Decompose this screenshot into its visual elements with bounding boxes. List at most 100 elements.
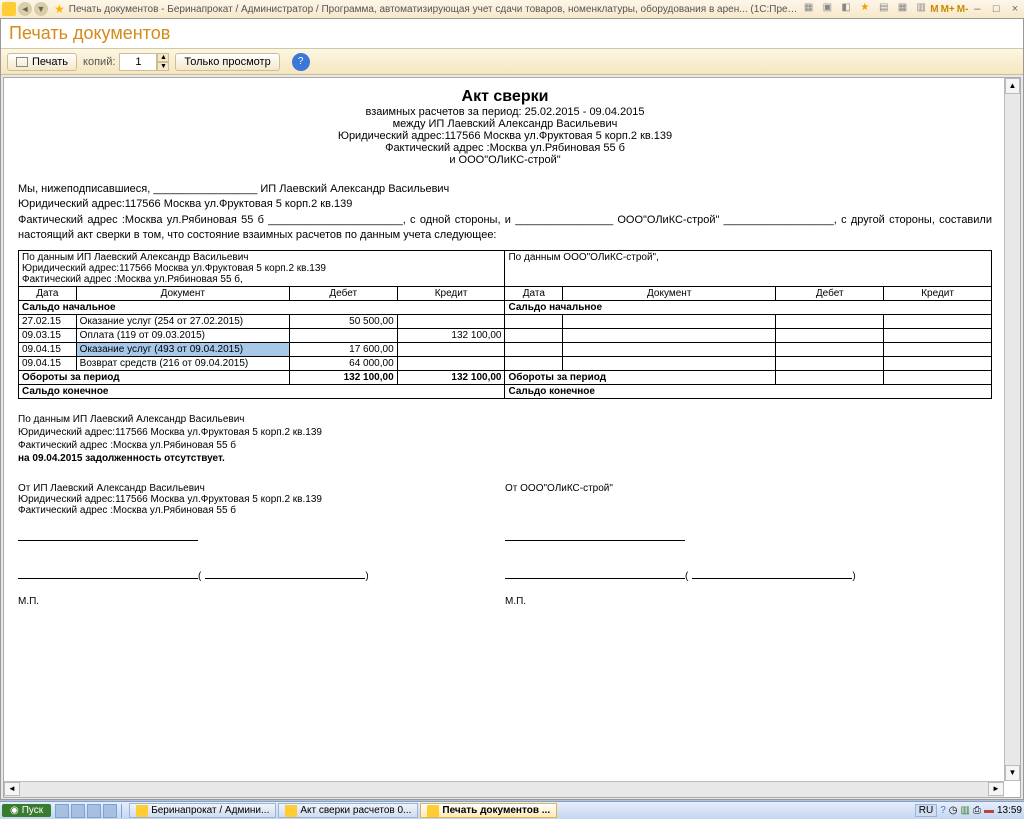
clock[interactable]: 13:59 [997,805,1022,816]
turnover-debit: 132 100,00 [289,370,397,384]
saldo-start-right: Сальдо начальное [505,300,992,314]
window-controls: – □ × [968,3,1022,15]
nav-back-icon[interactable]: ◄ [18,2,32,16]
tool-icon[interactable]: ▣ [820,2,834,16]
quick-launch-icon[interactable] [55,804,69,818]
start-icon: ◉ [10,805,19,816]
taskbar-task[interactable]: Акт сверки расчетов 0... [278,803,418,818]
col-credit-r: Кредит [884,286,992,300]
summary-block: По данным ИП Лаевский Александр Васильев… [18,413,992,465]
calc-m[interactable]: M [930,4,938,15]
signature-line [505,578,685,579]
doc-title: Акт сверки [18,88,992,106]
signature-line [18,540,198,541]
quick-launch-icon[interactable] [87,804,101,818]
window-title: Печать документов - Беринапрокат / Админ… [69,4,800,15]
printer-icon [16,57,28,67]
signature-paren [692,578,852,579]
doc-addr1: Юридический адрес:117566 Москва ул.Фрукт… [18,130,992,142]
task-label: Беринапрокат / Админи... [151,805,269,816]
doc-preamble: Мы, нижеподписавшиеся, _________________… [18,182,992,244]
col-debit: Дебет [289,286,397,300]
scroll-down-icon[interactable]: ▼ [1005,765,1020,781]
copies-input[interactable] [119,53,157,71]
cell-credit [397,342,505,356]
tool-icon[interactable]: ▥ [914,2,928,16]
reconciliation-table: По данным ИП Лаевский Александр Васильев… [18,250,992,399]
turnover-right: Обороты за период [505,370,776,384]
tool-icon[interactable]: ◧ [839,2,853,16]
cell-date: 27.02.15 [19,314,77,328]
col-doc: Документ [76,286,289,300]
taskbar-task[interactable]: Печать документов ... [420,803,557,818]
calc-m-minus[interactable]: M- [957,4,969,15]
saldo-end-right: Сальдо конечное [505,384,992,398]
scroll-up-icon[interactable]: ▲ [1005,78,1020,94]
system-tray: RU ? ◷ ▥ ⎙ ▬ 13:59 [912,804,1024,817]
spinner-up-icon[interactable]: ▲ [157,53,169,62]
vertical-scrollbar[interactable]: ▲ ▼ [1004,78,1020,781]
language-indicator[interactable]: RU [915,804,937,817]
col-debit-r: Дебет [776,286,884,300]
taskbar-task[interactable]: Беринапрокат / Админи... [129,803,276,818]
table-row[interactable]: 09.03.15Оплата (119 от 09.03.2015)132 10… [19,328,992,342]
doc-party1: между ИП Лаевский Александр Васильевич [18,118,992,130]
favorite-icon[interactable]: ★ [54,2,65,16]
tray-icon[interactable]: ◷ [949,805,958,816]
tray-icon[interactable]: ⎙ [973,805,981,816]
tool-icon[interactable]: ▤ [877,2,891,16]
cell-debit: 64 000,00 [289,356,397,370]
tray-icon[interactable]: ▬ [984,805,994,816]
cell-debit [289,328,397,342]
task-label: Акт сверки расчетов 0... [300,805,411,816]
close-icon[interactable]: × [1008,3,1022,15]
scroll-left-icon[interactable]: ◄ [4,782,20,796]
table-left-header: По данным ИП Лаевский Александр Васильев… [19,250,505,286]
horizontal-scrollbar[interactable]: ◄ ► [4,781,1004,797]
doc-party2: и ООО"ОЛиКС-строй" [18,154,992,166]
tray-icon[interactable]: ▥ [961,805,970,816]
turnover-credit: 132 100,00 [397,370,505,384]
reconciliation-table-wrap: По данным ИП Лаевский Александр Васильев… [18,250,992,399]
tool-icon[interactable]: ▦ [895,2,909,16]
nav-forward-icon[interactable]: ▼ [34,2,48,16]
signature-right: От ООО"ОЛиКС-строй" () М.П. [505,483,992,607]
sig-from: От ООО"ОЛиКС-строй" [505,483,992,494]
signature-left: От ИП Лаевский Александр Васильевич Юрид… [18,483,505,607]
cell-debit: 50 500,00 [289,314,397,328]
col-credit: Кредит [397,286,505,300]
summary-line: По данным ИП Лаевский Александр Васильев… [18,413,992,426]
spinner-down-icon[interactable]: ▼ [157,62,169,71]
titlebar-tool-icons: ▦ ▣ ◧ ★ ▤ ▦ ▥ [800,2,929,16]
doc-subtitle: взаимных расчетов за период: 25.02.2015 … [18,106,992,118]
cell-date: 09.03.15 [19,328,77,342]
preview-only-button[interactable]: Только просмотр [175,53,279,71]
sig-addr: Фактический адрес :Москва ул.Рябиновая 5… [18,505,505,516]
app-icon [2,2,16,16]
quick-launch-icon[interactable] [103,804,117,818]
cell-credit [397,356,505,370]
col-doc-r: Документ [563,286,776,300]
print-button[interactable]: Печать [7,53,77,71]
task-icon [136,805,148,817]
sig-addr: Юридический адрес:117566 Москва ул.Фрукт… [18,494,505,505]
tray-icon[interactable]: ? [940,805,946,816]
maximize-icon[interactable]: □ [989,3,1003,15]
signature-block: От ИП Лаевский Александр Васильевич Юрид… [18,483,992,607]
table-row[interactable]: 27.02.15Оказание услуг (254 от 27.02.201… [19,314,992,328]
start-button[interactable]: ◉Пуск [2,804,51,817]
table-row[interactable]: 09.04.15Возврат средств (216 от 09.04.20… [19,356,992,370]
document-viewport: Акт сверки взаимных расчетов за период: … [3,77,1021,798]
calc-m-plus[interactable]: M+ [941,4,955,15]
tool-icon[interactable]: ▦ [802,2,816,16]
toolbar: Печать копий: ▲ ▼ Только просмотр ? [1,49,1023,75]
scroll-right-icon[interactable]: ► [988,782,1004,796]
quick-launch-icon[interactable] [71,804,85,818]
mp-label: М.П. [18,596,505,607]
app-window: Печать документов Печать копий: ▲ ▼ Толь… [0,18,1024,800]
tool-icon[interactable]: ★ [858,2,872,16]
cell-doc: Возврат средств (216 от 09.04.2015) [76,356,289,370]
table-row[interactable]: 09.04.15Оказание услуг (493 от 09.04.201… [19,342,992,356]
minimize-icon[interactable]: – [970,3,984,15]
help-icon[interactable]: ? [292,53,310,71]
